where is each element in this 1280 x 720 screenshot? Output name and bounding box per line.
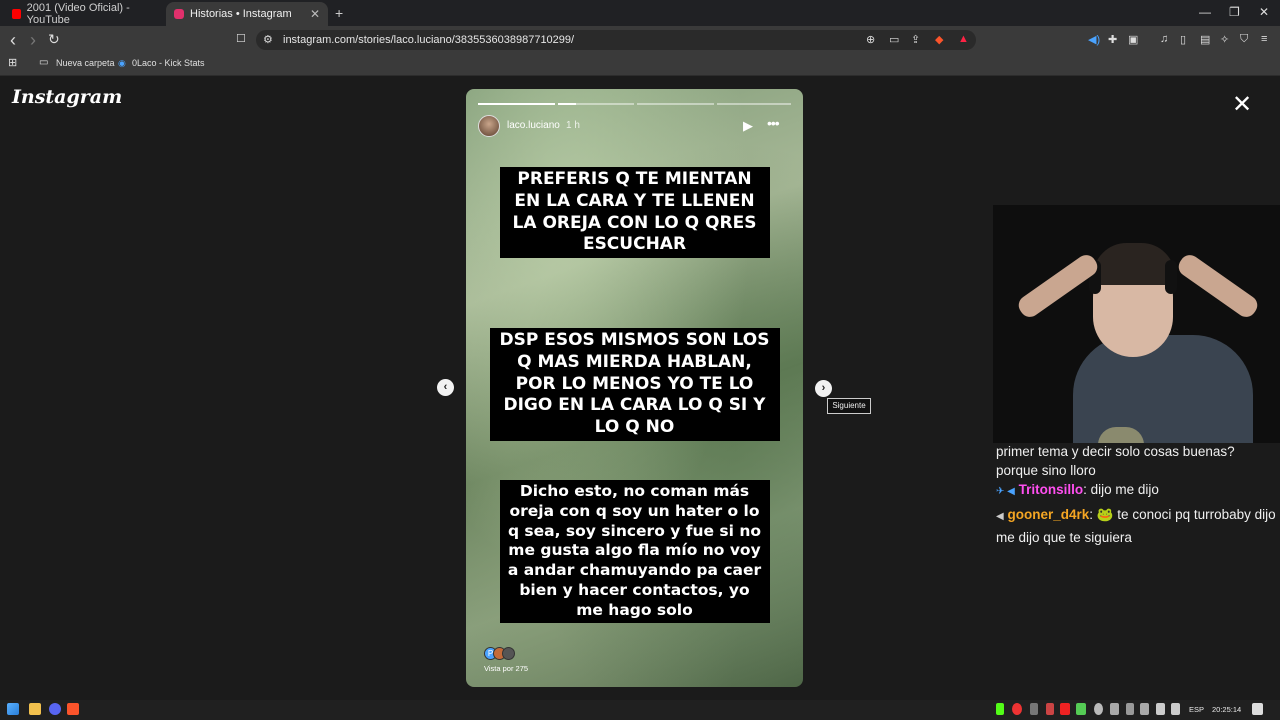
volume-icon[interactable] [1171,703,1180,715]
tray-icon[interactable] [1110,703,1119,715]
tab-instagram[interactable]: Historias • Instagram ✕ [166,2,328,26]
share-icon[interactable]: ⇪ [911,33,920,46]
viewer-avatar [502,647,515,660]
windows-taskbar [0,700,1280,720]
sidebar-icon[interactable]: ▯ [1180,33,1186,46]
story-text: DSP ESOS MISMOS SON LOS Q MAS MIERDA HAB… [489,328,780,441]
tray-icon[interactable] [1030,703,1038,715]
person-shirt [1073,335,1253,443]
play-icon[interactable]: ▶ [743,118,753,134]
apps-grid-icon[interactable]: ⊞ [8,56,17,69]
tab-youtube[interactable]: 2001 (Video Oficial) - YouTube [4,2,164,26]
wallet-icon[interactable]: ▤ [1200,33,1210,46]
progress-segment [717,103,791,105]
story-time: 1 h [566,120,580,131]
next-tooltip: Siguiente [827,398,871,414]
tray-kick-icon[interactable] [996,703,1004,715]
tray-icon[interactable] [1126,703,1134,715]
webcam-overlay [993,205,1280,443]
progress-segment [637,103,714,105]
restore-button[interactable]: ❐ [1229,5,1240,19]
close-story-icon[interactable]: ✕ [1232,90,1252,119]
chat-message: primer tema y decir solo cosas buenas? p… [996,442,1266,480]
viewed-by-count[interactable]: Vista por 275 [484,664,528,673]
close-window-button[interactable]: ✕ [1259,5,1269,19]
network-icon[interactable] [1156,703,1165,715]
story-text-block: Dicho esto, no coman más oreja con q soy… [466,480,803,623]
story-text-block: DSP ESOS MISMOS SON LOS Q MAS MIERDA HAB… [466,328,803,441]
bookmark-button[interactable]: ☐ [236,32,246,45]
instagram-icon [174,9,184,19]
chat-message: ◀ gooner_d4rk: 🐸 te conoci pq turrobaby … [996,504,1276,548]
tray-icon[interactable] [1060,703,1070,715]
forward-button[interactable]: › [30,30,36,51]
tray-record-icon[interactable] [1012,703,1022,715]
notifications-icon[interactable] [1252,703,1263,715]
url-text[interactable]: instagram.com/stories/laco.luciano/38355… [283,34,574,46]
headphones [1165,260,1177,294]
bookmark-kick-stats[interactable]: 0Laco - Kick Stats [132,58,205,68]
progress-segment [558,103,576,105]
chat-badges: ✈ ◀ [996,486,1015,497]
story-text-block: PREFERIS Q TE MIENTAN EN LA CARA Y TE LL… [466,167,803,258]
story-text: Dicho esto, no coman más oreja con q soy… [499,480,770,623]
discord-icon[interactable] [49,703,61,715]
music-icon[interactable]: ♫ [1160,33,1168,45]
brave-taskbar-icon[interactable] [67,703,79,715]
story-card[interactable]: laco.luciano 1 h ▶ ••• PREFERIS Q TE MIE… [466,89,803,687]
kick-stats-icon: ◉ [118,58,126,68]
tab-strip: 2001 (Video Oficial) - YouTube Historias… [0,0,1280,26]
tray-icon[interactable] [1140,703,1149,715]
reader-icon[interactable]: ▣ [1128,33,1138,46]
tray-icon[interactable] [1076,703,1086,715]
progress-segment [478,103,555,105]
person-hair [1093,243,1175,285]
brave-shield-icon[interactable]: ◆ [935,33,943,46]
next-story-button[interactable]: › [815,380,832,397]
minimize-button[interactable]: — [1199,5,1211,19]
back-button[interactable]: ‹ [10,30,16,51]
more-options-icon[interactable]: ••• [767,115,780,131]
chat-username[interactable]: gooner_d4rk [1007,507,1089,522]
leo-ai-icon[interactable]: ✧ [1220,33,1229,46]
tab-title: 2001 (Video Oficial) - YouTube [26,2,130,26]
tray-icon[interactable] [1046,703,1054,715]
chat-username[interactable]: Tritonsillo [1019,482,1084,497]
clock[interactable]: 20:25:14 [1212,705,1241,714]
youtube-icon [12,9,21,19]
story-username[interactable]: laco.luciano [507,120,560,131]
progress-segment [576,103,634,105]
chat-text: primer tema y decir solo cosas buenas? p… [996,444,1235,478]
language-indicator[interactable]: ESP [1189,705,1204,714]
zoom-icon[interactable]: ⊕ [866,33,875,46]
start-icon[interactable] [7,703,19,715]
person-arm [1174,251,1262,321]
vpn-icon[interactable]: ⛉ [1240,33,1248,46]
chat-message: ✈ ◀ Tritonsillo: dijo me dijo [996,482,1159,497]
extensions-icon[interactable]: ✚ [1108,33,1117,46]
tab-title: Historias • Instagram [190,8,292,20]
instagram-logo[interactable]: Instagram [12,86,122,108]
close-tab-icon[interactable]: ✕ [310,7,320,21]
chat-badges: ◀ [996,511,1004,522]
folder-icon: ▭ [39,57,49,68]
file-explorer-icon[interactable] [29,703,41,715]
cast-icon[interactable]: ▭ [889,33,899,46]
avatar[interactable] [478,115,500,137]
chat-text: : dijo me dijo [1083,482,1159,497]
audio-icon[interactable]: ◀) [1088,33,1100,46]
reload-button[interactable]: ↻ [48,31,60,48]
story-text: PREFERIS Q TE MIENTAN EN LA CARA Y TE LL… [499,167,770,258]
previous-story-button[interactable]: ‹ [437,379,454,396]
tray-icon[interactable] [1094,703,1103,715]
new-tab-button[interactable]: + [335,5,343,21]
bookmark-nueva-carpeta[interactable]: Nueva carpeta [56,58,115,68]
menu-icon[interactable]: ≡ [1261,33,1267,45]
brave-rewards-icon[interactable]: ▲ [958,33,969,45]
site-settings-icon[interactable]: ⚙ [263,33,273,46]
